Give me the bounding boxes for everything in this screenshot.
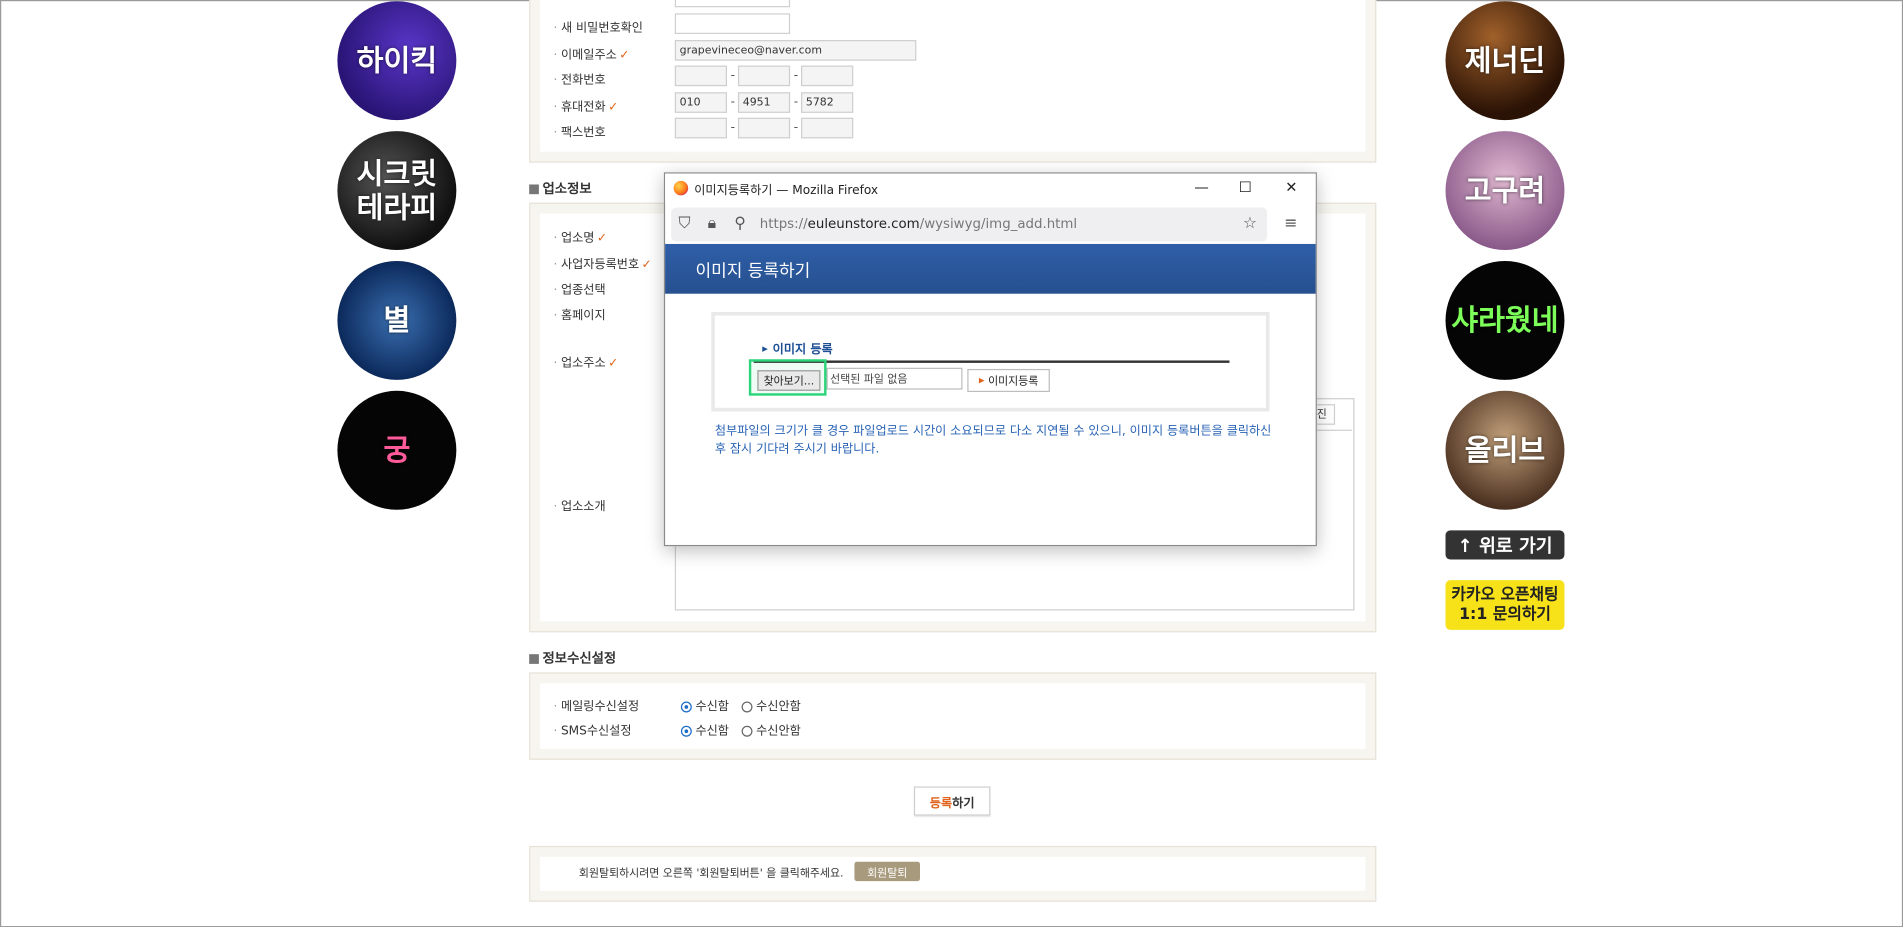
banner-label: 고구려 xyxy=(1464,173,1546,208)
phone-field-2[interactable] xyxy=(737,65,791,87)
mobile-field-3[interactable]: 5782 xyxy=(801,92,854,113)
window-titlebar[interactable]: 이미지등록하기 — Mozilla Firefox — ☐ ✕ xyxy=(665,173,1316,203)
business-section-title: 업소정보 xyxy=(529,178,592,197)
editor-divider xyxy=(1315,429,1353,431)
dash: - xyxy=(793,69,799,83)
register-submit-button[interactable]: 등록 하기 xyxy=(913,786,991,816)
mobile-field-1[interactable]: 010 xyxy=(674,92,728,113)
window-title: 이미지등록하기 — Mozilla Firefox xyxy=(694,183,879,198)
url-text[interactable]: https://euleunstore.com/wysiwyg/img_add.… xyxy=(760,216,1077,232)
new-password-field[interactable] xyxy=(674,0,791,8)
notify-panel xyxy=(529,672,1377,760)
mailing-not-receive-radio[interactable]: 수신안함 xyxy=(741,695,801,714)
banner-hikick[interactable]: 하이킥 xyxy=(337,1,457,121)
maximize-icon[interactable]: ☐ xyxy=(1236,178,1255,195)
banner-label: 궁 xyxy=(383,433,411,468)
menu-icon[interactable]: ≡ xyxy=(1284,215,1297,233)
email-label: · 이메일주소 ✓ xyxy=(553,48,630,62)
upload-notice: 첨부파일의 크기가 클 경우 파일업로드 시간이 소요되므로 다소 지연될 수 … xyxy=(714,424,1272,457)
shield-icon[interactable]: ⛉ xyxy=(678,215,690,233)
banner-label: 샤라웠네 xyxy=(1451,303,1559,338)
withdraw-button[interactable]: 회원탈퇴 xyxy=(854,861,920,882)
fax-field-2[interactable] xyxy=(737,117,791,139)
banner-label: 시크릿 테라피 xyxy=(356,156,438,225)
mobile-field-2[interactable]: 4951 xyxy=(737,92,791,113)
banner-palace[interactable]: 궁 xyxy=(337,390,457,510)
close-icon[interactable]: ✕ xyxy=(1282,178,1301,195)
business-address-label: · 업소주소 ✓ xyxy=(553,356,619,371)
bookmark-star-icon[interactable]: ☆ xyxy=(1243,215,1257,233)
notify-section-title: 정보수신설정 xyxy=(529,648,616,667)
permissions-icon[interactable]: ⚲ xyxy=(734,215,746,233)
image-register-button[interactable]: ▶ 이미지등록 xyxy=(967,368,1050,393)
banner-generdean[interactable]: 제너딘 xyxy=(1445,1,1565,121)
business-name-label: · 업소명 ✓ xyxy=(553,231,608,246)
image-register-heading: ▶ 이미지 등록 xyxy=(762,343,833,357)
fax-label: · 팩스번호 xyxy=(553,126,606,140)
file-status: 선택된 파일 없음 xyxy=(826,367,963,390)
kakao-line2: 1:1 문의하기 xyxy=(1459,605,1551,624)
new-password-confirm-field[interactable] xyxy=(674,13,791,34)
scroll-top-button[interactable]: ↑ 위로 가기 xyxy=(1445,530,1565,560)
kakao-openchat-button[interactable]: 카카오 오픈채팅 1:1 문의하기 xyxy=(1445,580,1565,630)
mailing-label: · 메일링수신설정 xyxy=(553,700,640,714)
phone-label: · 전화번호 xyxy=(553,74,606,88)
banner-label: 하이킥 xyxy=(356,43,438,78)
banner-star[interactable]: 별 xyxy=(337,260,457,380)
minimize-icon[interactable]: — xyxy=(1192,178,1211,195)
mobile-label: · 휴대전화 ✓ xyxy=(553,100,619,115)
popup-banner: 이미지 등록하기 xyxy=(665,243,1316,294)
dash: - xyxy=(730,95,736,110)
fax-field-1[interactable] xyxy=(674,117,728,139)
business-intro-label: · 업소소개 xyxy=(553,500,606,514)
phone-field-3[interactable] xyxy=(801,65,854,87)
mailing-receive-radio[interactable]: 수신함 xyxy=(680,695,729,714)
banner-label: 올리브 xyxy=(1464,433,1546,468)
banner-goguryeo[interactable]: 고구려 xyxy=(1445,131,1565,251)
kakao-line1: 카카오 오픈채팅 xyxy=(1451,585,1559,604)
dash: - xyxy=(793,95,799,110)
banner-label: 별 xyxy=(383,303,411,338)
banner-olive[interactable]: 올리브 xyxy=(1445,390,1565,510)
email-field[interactable]: grapevineceo@naver.com xyxy=(674,40,917,61)
fax-field-3[interactable] xyxy=(801,117,854,139)
sms-not-receive-radio[interactable]: 수신안함 xyxy=(741,720,801,738)
new-password-confirm-label: · 새 비밀번호확인 xyxy=(553,21,643,36)
popup-banner-title: 이미지 등록하기 xyxy=(695,262,811,282)
lock-icon[interactable]: 🔒︎ xyxy=(708,215,716,233)
phone-field-1[interactable] xyxy=(674,65,728,87)
business-category-label: · 업종선택 xyxy=(553,284,606,298)
banner-label: 제너딘 xyxy=(1464,43,1546,78)
business-homepage-label: · 홈페이지 xyxy=(553,309,606,323)
sms-receive-radio[interactable]: 수신함 xyxy=(680,720,729,738)
business-reg-no-label: · 사업자등록번호 ✓ xyxy=(553,258,652,272)
browse-button[interactable]: 찾아보기... xyxy=(757,370,821,391)
firefox-icon xyxy=(673,180,689,196)
account-panel xyxy=(529,0,1377,163)
dash: - xyxy=(730,121,736,135)
withdraw-text: 회원탈퇴하시려면 오른쪽 '회원탈퇴버튼' 을 클릭해주세요. xyxy=(578,867,844,880)
firefox-popup-window[interactable]: 이미지등록하기 — Mozilla Firefox — ☐ ✕ ⛉ 🔒︎ ⚲ h… xyxy=(663,172,1317,547)
sms-label: · SMS수신설정 xyxy=(553,724,632,738)
banner-secret-therapy[interactable]: 시크릿 테라피 xyxy=(337,131,457,251)
dash: - xyxy=(730,69,736,83)
banner-sarawotne[interactable]: 샤라웠네 xyxy=(1445,260,1565,380)
dash: - xyxy=(793,121,799,135)
